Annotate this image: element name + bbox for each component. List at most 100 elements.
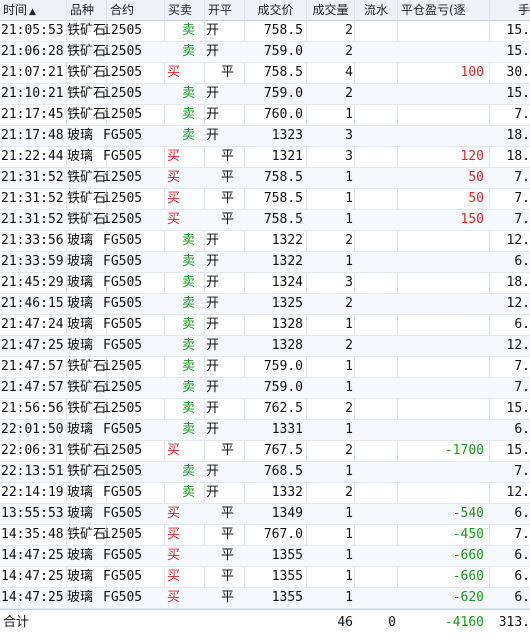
cell-buysell: 买 [167,527,181,542]
table-row[interactable]: 21:10:21 铁矿石 i2505 卖开 759.0 2 15. [0,84,530,105]
table-row[interactable]: 22:06:31 铁矿石 i2505 买平 767.5 2 -1700 15. [0,441,530,462]
cell-time: 22:14:19 [1,485,64,500]
cell-openclose: 开 [206,380,220,395]
cell-openclose: 开 [206,338,220,353]
header-time-label: 时间 [3,3,28,17]
cell-time: 21:47:24 [1,317,64,332]
table-row[interactable]: 13:55:53 玻璃 FG505 买平 1349 1 -540 6. [0,504,530,525]
cell-openclose: 平 [221,149,235,164]
cell-volume: 1 [345,359,353,374]
cell-time: 14:35:48 [1,527,64,542]
cell-time: 21:47:25 [1,338,64,353]
cell-close-pnl [398,378,484,398]
table-row[interactable]: 22:01:50 玻璃 FG505 卖开 1331 1 6. [0,420,530,441]
cell-volume: 2 [345,233,353,248]
cell-fee: 12. [506,296,530,311]
cell-volume: 3 [345,275,353,290]
cell-close-pnl [398,231,484,251]
cell-price: 758.5 [263,23,303,38]
table-row[interactable]: 22:14:19 玻璃 FG505 卖开 1332 2 12. [0,483,530,504]
cell-volume: 1 [345,590,353,605]
cell-close-pnl [398,357,484,377]
cell-close-pnl: -660 [452,548,484,563]
cell-price: 1328 [271,317,303,332]
table-row[interactable]: 21:45:29 玻璃 FG505 卖开 1324 3 18. [0,273,530,294]
header-buysell[interactable]: 买卖 [165,0,205,20]
table-row[interactable]: 14:47:25 玻璃 FG505 买平 1355 1 -660 6. [0,567,530,588]
header-close-pnl[interactable]: 平仓盈亏(逐 [398,0,490,20]
cell-time: 22:06:31 [1,443,64,458]
cell-volume: 2 [345,296,353,311]
cell-openclose: 平 [221,191,235,206]
cell-contract: i2505 [103,212,143,227]
cell-fee: 12. [506,233,530,248]
header-time[interactable]: 时间 ▲ [0,0,67,20]
header-variety[interactable]: 品种 [67,0,107,20]
table-row[interactable]: 21:47:57 铁矿石 i2505 卖开 759.0 1 7. [0,357,530,378]
table-row[interactable]: 21:05:53 铁矿石 i2505 卖开 758.5 2 15. [0,21,530,42]
cell-price: 1324 [271,275,303,290]
cell-buysell: 卖 [182,359,196,374]
cell-time: 21:10:21 [1,86,64,101]
cell-close-pnl: -660 [452,569,484,584]
table-row[interactable]: 14:47:25 玻璃 FG505 买平 1355 1 -660 6. [0,546,530,567]
header-volume[interactable]: 成交量 [307,0,355,20]
table-row[interactable]: 21:47:57 铁矿石 i2505 卖开 759.0 1 7. [0,378,530,399]
cell-price: 1322 [271,254,303,269]
cell-fee: 6. [514,422,530,437]
table-row[interactable]: 22:13:51 铁矿石 i2505 卖开 768.5 1 7. [0,462,530,483]
cell-fee: 6. [514,590,530,605]
cell-time: 21:45:29 [1,275,64,290]
table-row[interactable]: 21:31:52 铁矿石 i2505 买平 758.5 1 150 7. [0,210,530,231]
cell-buysell: 买 [167,569,181,584]
cell-contract: FG505 [103,422,143,437]
cell-volume: 1 [345,212,353,227]
header-flow[interactable]: 流水 [355,0,398,20]
cell-openclose: 平 [221,569,235,584]
cell-volume: 1 [345,548,353,563]
table-row[interactable]: 21:46:15 玻璃 FG505 卖开 1325 2 12. [0,294,530,315]
header-openclose[interactable]: 开平 [205,0,245,20]
cell-contract: FG505 [103,296,143,311]
table-row[interactable]: 21:56:56 铁矿石 i2505 卖开 762.5 2 15. [0,399,530,420]
table-row[interactable]: 21:47:24 玻璃 FG505 卖开 1328 1 6. [0,315,530,336]
table-row[interactable]: 21:33:59 玻璃 FG505 卖开 1322 1 6. [0,252,530,273]
table-row[interactable]: 21:33:56 玻璃 FG505 卖开 1322 2 12. [0,231,530,252]
cell-close-pnl [398,315,484,335]
summary-close-pnl: -4160 [444,615,484,630]
table-row[interactable]: 14:47:25 玻璃 FG505 买平 1355 1 -620 6. [0,588,530,609]
table-row[interactable]: 21:17:48 玻璃 FG505 卖开 1323 3 18. [0,126,530,147]
cell-volume: 2 [345,485,353,500]
header-price[interactable]: 成交价 [245,0,307,20]
table-row[interactable]: 21:22:44 玻璃 FG505 买平 1321 3 120 18. [0,147,530,168]
cell-fee: 18. [506,149,530,164]
table-row[interactable]: 21:07:21 铁矿石 i2505 买平 758.5 4 100 30. [0,63,530,84]
cell-close-pnl: -540 [452,506,484,521]
cell-openclose: 开 [206,422,220,437]
cell-openclose: 平 [221,506,235,521]
cell-buysell: 买 [167,548,181,563]
cell-price: 1322 [271,233,303,248]
table-row[interactable]: 21:17:45 铁矿石 i2505 卖开 760.0 1 7. [0,105,530,126]
table-row[interactable]: 21:31:52 铁矿石 i2505 买平 758.5 1 50 7. [0,189,530,210]
cell-close-pnl: -1700 [444,443,484,458]
cell-time: 21:33:56 [1,233,64,248]
table-row[interactable]: 21:06:28 铁矿石 i2505 卖开 759.0 2 15. [0,42,530,63]
table-row[interactable]: 21:31:52 铁矿石 i2505 买平 758.5 1 50 7. [0,168,530,189]
cell-volume: 1 [345,464,353,479]
header-fee[interactable]: 手 [490,0,530,20]
cell-time: 21:47:57 [1,359,64,374]
cell-openclose: 平 [221,590,235,605]
cell-contract: FG505 [103,149,143,164]
table-row[interactable]: 14:35:48 铁矿石 i2505 买平 767.0 1 -450 7. [0,525,530,546]
cell-contract: i2505 [103,401,143,416]
cell-close-pnl [398,462,484,482]
cell-price: 1321 [271,149,303,164]
cell-time: 21:06:28 [1,44,64,59]
cell-buysell: 买 [167,590,181,605]
header-contract[interactable]: 合约 [107,0,165,20]
cell-buysell: 买 [167,170,181,185]
table-row[interactable]: 21:47:25 玻璃 FG505 卖开 1328 2 12. [0,336,530,357]
cell-price: 768.5 [263,464,303,479]
cell-time: 21:31:52 [1,170,64,185]
